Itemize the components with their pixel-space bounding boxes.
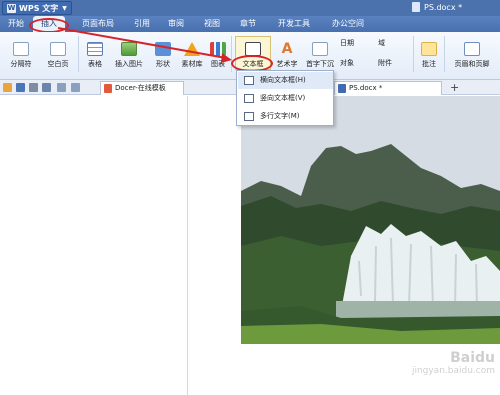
- tab-office-space[interactable]: 办公空间: [326, 16, 370, 32]
- comment-label: 批注: [422, 60, 436, 68]
- blank-page-label: 空白页: [47, 60, 69, 68]
- horizontal-textbox-icon: [244, 76, 254, 85]
- redo-icon[interactable]: [71, 83, 80, 92]
- blank-page-icon: [50, 42, 66, 56]
- tab-ps-document[interactable]: PS.docx *: [334, 81, 442, 95]
- page-break-button[interactable]: 分隔符: [3, 42, 39, 69]
- shapes-label: 形状: [156, 60, 170, 68]
- menu-item-label: 竖向文本框(V): [260, 94, 306, 102]
- wordart-button[interactable]: A 艺术字: [273, 42, 301, 69]
- textbox-icon: [245, 42, 261, 56]
- docer-tab-label: Docer-在线模板: [115, 84, 166, 92]
- blank-page-button[interactable]: 空白页: [40, 42, 76, 69]
- object-label: 对象: [340, 59, 354, 67]
- chevron-down-icon: ▼: [62, 4, 67, 12]
- table-icon: [87, 42, 103, 56]
- print-icon[interactable]: [29, 83, 38, 92]
- star-icon: [184, 42, 200, 56]
- chart-button[interactable]: 图表: [207, 42, 229, 69]
- ribbon-separator: [444, 36, 445, 72]
- page-break-icon: [13, 42, 29, 56]
- tab-chapter[interactable]: 章节: [236, 16, 260, 32]
- tab-developer[interactable]: 开发工具: [272, 16, 316, 32]
- wordart-label: 艺术字: [276, 60, 298, 68]
- header-footer-label: 页眉和页脚: [454, 60, 490, 68]
- picture-icon: [121, 42, 137, 56]
- comment-button[interactable]: 批注: [417, 42, 441, 69]
- chart-label: 图表: [211, 60, 225, 68]
- shape-icon: [155, 42, 171, 56]
- wordart-icon: A: [281, 41, 293, 57]
- tab-view[interactable]: 视图: [200, 16, 224, 32]
- menu-item-label: 横向文本框(H): [260, 76, 306, 84]
- app-logo-icon: W: [7, 3, 16, 13]
- tab-review[interactable]: 审阅: [164, 16, 188, 32]
- save-icon[interactable]: [16, 83, 25, 92]
- app-menu-button[interactable]: W WPS 文字 ▼: [2, 1, 72, 15]
- insert-picture-button[interactable]: 插入图片: [110, 42, 148, 69]
- tab-home[interactable]: 开始: [4, 16, 28, 32]
- menu-item-multiline-text[interactable]: 多行文字(M): [238, 108, 333, 125]
- ribbon-separator: [413, 36, 414, 72]
- menu-bar: 开始 插入 页面布局 引用 审阅 视图 章节 开发工具 办公空间: [0, 16, 500, 32]
- chart-icon: [210, 42, 226, 56]
- menu-item-horizontal-textbox[interactable]: 横向文本框(H): [238, 72, 333, 89]
- attachment-label: 附件: [378, 59, 392, 67]
- attachment-button[interactable]: 附件: [378, 58, 408, 68]
- watermark-sub: jingyan.baidu.com: [411, 366, 495, 376]
- first-drop-icon: [312, 42, 328, 56]
- field-button[interactable]: 域: [378, 38, 398, 48]
- document-icon: [338, 84, 346, 93]
- waterfall-photo[interactable]: [241, 96, 500, 344]
- material-library-button[interactable]: 素材库: [178, 42, 206, 69]
- menu-item-label: 多行文字(M): [260, 112, 300, 120]
- tab-docer-templates[interactable]: Docer-在线模板: [100, 81, 184, 95]
- document-title: PS.docx *: [412, 2, 462, 12]
- first-drop-label: 首字下沉: [306, 60, 334, 68]
- textbox-dropdown-menu: 横向文本框(H) 竖向文本框(V) 多行文字(M): [236, 70, 334, 126]
- field-label: 域: [378, 39, 385, 47]
- header-footer-button[interactable]: 页眉和页脚: [448, 42, 496, 69]
- menu-item-vertical-textbox[interactable]: 竖向文本框(V): [238, 90, 333, 107]
- table-label: 表格: [88, 60, 102, 68]
- comment-icon: [421, 42, 437, 56]
- ps-tab-label: PS.docx *: [349, 84, 383, 92]
- waterfall-image: [241, 96, 500, 344]
- app-name: WPS 文字: [19, 3, 59, 13]
- date-button[interactable]: 日期: [340, 38, 372, 48]
- table-button[interactable]: 表格: [82, 42, 108, 69]
- multiline-text-icon: [244, 112, 254, 121]
- preview-icon[interactable]: [42, 83, 51, 92]
- vertical-textbox-icon: [244, 94, 254, 103]
- ribbon-separator: [78, 36, 79, 72]
- document-page-left[interactable]: [0, 96, 188, 395]
- highlight-ring-insert-tab: [29, 18, 69, 33]
- new-tab-plus-icon[interactable]: +: [450, 81, 459, 94]
- watermark-brand: Baidu: [450, 350, 495, 366]
- first-drop-button[interactable]: 首字下沉: [303, 42, 337, 69]
- open-folder-icon[interactable]: [3, 83, 12, 92]
- undo-icon[interactable]: [57, 83, 66, 92]
- document-title-text: PS.docx *: [424, 2, 463, 12]
- object-button[interactable]: 对象: [340, 58, 376, 68]
- document-icon: [412, 2, 420, 12]
- header-footer-icon: [464, 42, 480, 56]
- page-gap: [188, 96, 241, 395]
- tab-references[interactable]: 引用: [130, 16, 154, 32]
- baidu-watermark: Baidu jingyan.baidu.com: [380, 350, 495, 390]
- title-bar: W WPS 文字 ▼ PS.docx *: [0, 0, 500, 16]
- date-label: 日期: [340, 39, 354, 47]
- material-label: 素材库: [181, 60, 203, 68]
- page-break-label: 分隔符: [10, 60, 32, 68]
- shapes-button[interactable]: 形状: [150, 42, 176, 69]
- docer-icon: [104, 84, 112, 93]
- insert-picture-label: 插入图片: [115, 60, 143, 68]
- tab-page-layout[interactable]: 页面布局: [76, 16, 120, 32]
